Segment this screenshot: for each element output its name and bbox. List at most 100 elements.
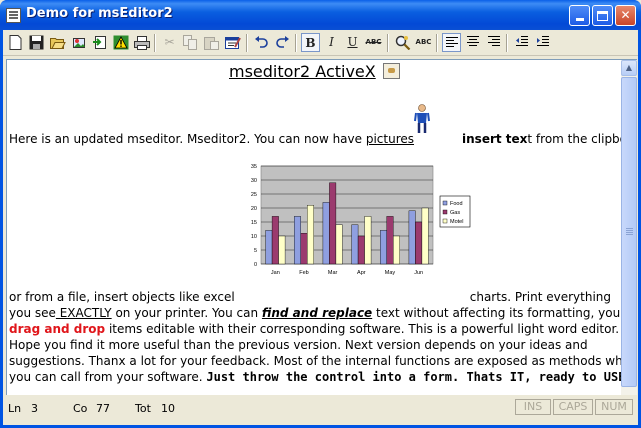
text-line-2: or from a file, insert objects like exce… [9,290,611,304]
italic-button[interactable]: I [322,33,341,52]
align-left-icon [445,37,458,47]
chart-bar [380,230,387,265]
chart-y-tick-label: 5 [254,248,257,254]
text-run: t from the clipboard [527,132,621,146]
grip-icon [626,228,633,229]
document-heading: mseditor2 ActiveX [229,62,376,81]
align-right-button[interactable] [484,33,503,52]
text-run: or from a file, insert objects like exce… [9,290,235,304]
chart-legend-label: Gas [450,210,460,216]
embedded-object-icon[interactable] [383,63,400,79]
app-icon [6,8,21,23]
toolbar-separator [506,34,508,52]
maximize-button[interactable] [592,5,613,26]
text-line-4: drag and drop items editable with their … [9,322,619,336]
align-center-icon [466,36,479,46]
chart-bar [329,182,337,265]
text-run: on your printer. You can [111,306,262,320]
strikethrough-label: ABC [365,38,382,46]
arrow-up-icon: ▲ [625,63,633,72]
align-left-button[interactable] [442,33,461,52]
paste-icon [204,37,219,50]
redo-button[interactable] [273,33,292,52]
find-replace-text: find and replace [261,306,373,320]
chart-bar [357,235,365,265]
text-run: Here is an updated mseditor. Mseditor2. … [9,132,366,146]
close-button[interactable]: ✕ [615,5,636,26]
copy-button[interactable] [181,33,200,52]
text-line-1: Here is an updated mseditor. Mseditor2. … [9,132,621,146]
chart-y-tick-label: 25 [251,192,257,198]
cut-button[interactable]: ✂ [160,33,179,52]
chart-legend-swatch [442,200,448,206]
chart-x-tick-label: Mar [328,270,338,276]
warning-icon [113,35,128,50]
window-title: Demo for msEditor2 [26,6,173,21]
edit-object-icon [224,37,241,49]
bold-button[interactable]: B [301,33,320,52]
find-button[interactable] [393,33,412,52]
save-button[interactable] [27,33,46,52]
chart-legend-label: Motel [450,219,463,225]
scrollbar-thumb[interactable] [621,77,637,387]
chart-y-tick-label: 15 [251,220,257,226]
line-value: 3 [31,402,38,415]
align-right-icon [487,36,500,46]
chart-bar [294,216,301,265]
chart-bar [322,202,330,265]
total-value: 10 [161,402,175,415]
insert-object-button[interactable] [90,33,109,52]
toolbar: ✂ B I U ABC ABC [3,30,638,56]
line-label: Ln [8,402,22,415]
chart-x-tick-label: Apr [357,270,366,276]
bold-closing-text: Just throw the control into a form. That… [206,370,621,384]
scroll-up-button[interactable]: ▲ [621,60,637,76]
strikethrough-button[interactable]: ABC [364,33,383,52]
open-button[interactable] [48,33,67,52]
indent-icon [536,36,549,46]
spell-check-button[interactable]: ABC [414,33,433,52]
insert-picture-button[interactable] [69,33,88,52]
text-line-3: you see EXACTLY on your printer. You can… [9,306,621,320]
chart-bar [271,216,279,265]
paste-button[interactable] [202,33,221,52]
chart-bar [421,207,429,265]
open-folder-icon [49,38,66,49]
toolbar-separator [295,34,297,52]
column-label: Co [73,402,88,415]
minimize-button[interactable] [569,5,590,26]
chart-y-tick-label: 35 [251,164,257,170]
document-content[interactable]: mseditor2 ActiveX Here is an updated mse… [7,60,621,420]
embedded-excel-chart[interactable]: 0 5 10 15 20 25 30 35 Jan Feb Mar Apr May Jun Food Gas M… [233,162,474,292]
underline-button[interactable]: U [343,33,362,52]
text-line-6: suggestions. Thanx a lot for your feedba… [9,354,621,368]
indent-button[interactable] [533,33,552,52]
text-run: text without affecting its formatting, y… [372,306,621,320]
chart-bar [415,221,423,265]
chart-legend-swatch [442,218,448,224]
chart-bar [386,216,394,265]
chart-x-tick-label: Jan [271,270,280,276]
text-run: you can call from your software. [9,370,207,384]
chart-plot-area [260,165,434,265]
editor-area[interactable]: mseditor2 ActiveX Here is an updated mse… [6,59,637,421]
edit-object-button[interactable] [223,33,242,52]
vertical-scrollbar[interactable]: ▲ ▼ [621,60,637,420]
client-area: ✂ B I U ABC ABC mseditor2 ActiveX Here i… [3,30,638,425]
new-document-button[interactable] [6,33,25,52]
chart-bar [278,235,286,265]
redo-icon [276,36,289,48]
maximize-icon [597,11,608,21]
undo-button[interactable] [252,33,271,52]
print-button[interactable] [132,33,151,52]
insert-picture-icon [72,38,85,48]
drag-drop-text: drag and drop [9,322,106,336]
close-icon: ✕ [620,8,631,22]
warning-button[interactable] [111,33,130,52]
outdent-button[interactable] [512,33,531,52]
align-center-button[interactable] [463,33,482,52]
caps-indicator: CAPS [553,399,593,415]
chart-bar [364,216,372,265]
person-icon[interactable] [414,104,430,134]
title-bar[interactable]: Demo for msEditor2 ✕ [0,0,641,30]
